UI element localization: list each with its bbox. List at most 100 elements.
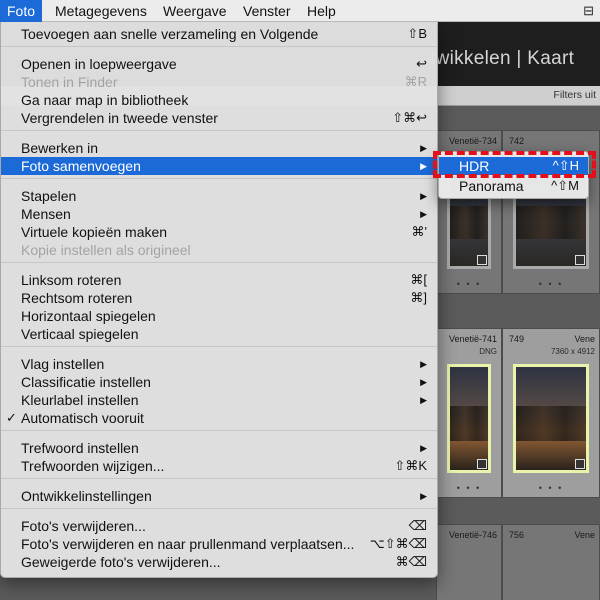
- menubar-item-help[interactable]: Help: [300, 0, 343, 22]
- keyboard-shortcut: ⇧⌘K: [394, 458, 427, 473]
- menu-item-label: Openen in loepweergave: [21, 56, 177, 72]
- submenu-arrow-icon: ▶: [420, 491, 427, 501]
- menubar-item-venster[interactable]: Venster: [236, 0, 297, 22]
- menu-item-vergrendelen-in-tweede-venster[interactable]: Vergrendelen in tweede venster ⇧⌘↩: [1, 109, 437, 127]
- menu-item-tonen-in-finder: Tonen in Finder ⌘R: [1, 73, 437, 91]
- photo-index: 742: [509, 136, 525, 146]
- submenu-item-panorama[interactable]: Panorama ^⇧M: [439, 177, 588, 195]
- menu-item-openen-in-loepweergave[interactable]: Openen in loepweergave ↩: [1, 55, 437, 73]
- menu-item-label: Tonen in Finder: [21, 74, 118, 90]
- menu-item-ga-naar-map-in-bibliotheek[interactable]: Ga naar map in bibliotheek: [1, 91, 437, 109]
- photo-thumbnail[interactable]: [513, 364, 589, 473]
- menu-separator: [1, 178, 437, 179]
- menu-item-rechtsom-roteren[interactable]: Rechtsom roteren ⌘]: [1, 289, 437, 307]
- menu-item-automatisch-vooruit[interactable]: ✓ Automatisch vooruit: [1, 409, 437, 427]
- rating-dots-icon[interactable]: • • •: [503, 279, 599, 289]
- rating-dots-icon[interactable]: • • •: [437, 279, 501, 289]
- menu-item-label: Classificatie instellen: [21, 374, 151, 390]
- menu-separator: [1, 478, 437, 479]
- menu-separator: [1, 508, 437, 509]
- photo-filename: Venetië-734: [448, 136, 497, 146]
- submenu-arrow-icon: ▶: [420, 209, 427, 219]
- menu-item-label: Kopie instellen als origineel: [21, 242, 191, 258]
- menu-item-label: Kleurlabel instellen: [21, 392, 139, 408]
- menubar-item-metagegevens[interactable]: Metagegevens: [48, 0, 154, 22]
- keyboard-shortcut: ⇧⌘↩: [392, 110, 427, 125]
- foto-menu: Toevoegen aan snelle verzameling en Volg…: [0, 22, 438, 578]
- menu-item-trefwoorden-wijzigen[interactable]: Trefwoorden wijzigen... ⇧⌘K: [1, 457, 437, 475]
- photo-index: 756: [509, 530, 525, 540]
- submenu-item-label: Panorama: [459, 178, 524, 194]
- status-icon[interactable]: ⊟: [583, 3, 594, 19]
- menu-item-verticaal-spiegelen[interactable]: Verticaal spiegelen: [1, 325, 437, 343]
- photo-filename: Vene: [574, 334, 595, 344]
- menu-item-label: Stapelen: [21, 188, 77, 204]
- menu-item-trefwoord-instellen[interactable]: Trefwoord instellen ▶: [1, 439, 437, 457]
- rating-dots-icon[interactable]: • • •: [437, 483, 501, 493]
- keyboard-shortcut: ⌫: [408, 518, 427, 533]
- menu-item-label: Mensen: [21, 206, 71, 222]
- submenu-arrow-icon: ▶: [420, 377, 427, 387]
- menu-item-label: Foto's verwijderen en naar prullenmand v…: [21, 536, 355, 552]
- menu-item-mensen[interactable]: Mensen ▶: [1, 205, 437, 223]
- menu-item-bewerken-in[interactable]: Bewerken in ▶: [1, 139, 437, 157]
- menu-item-geweigerde-foto-s-verwijderen[interactable]: Geweigerde foto's verwijderen... ⌘⌫: [1, 553, 437, 571]
- menubar-item-foto[interactable]: Foto: [0, 0, 43, 22]
- photo-metadata: DNG: [479, 347, 497, 356]
- menu-item-label: Foto samenvoegen: [21, 158, 141, 174]
- menu-item-foto-samenvoegen[interactable]: Foto samenvoegen ▶: [1, 157, 437, 175]
- menu-item-virtuele-kopieen-maken[interactable]: Virtuele kopieën maken ⌘': [1, 223, 437, 241]
- photo-metadata: 7360 x 4912: [550, 347, 595, 356]
- photo-thumbnail[interactable]: [447, 364, 491, 473]
- foto-samenvoegen-submenu: HDR ^⇧H Panorama ^⇧M: [438, 151, 589, 199]
- menu-item-label: Trefwoord instellen: [21, 440, 139, 456]
- keyboard-shortcut: ⌘[: [410, 272, 427, 287]
- photo-cell[interactable]: 756 Vene: [502, 524, 600, 600]
- keyboard-shortcut: ^⇧M: [551, 178, 579, 193]
- menu-item-kopie-instellen-als-origineel: Kopie instellen als origineel: [1, 241, 437, 259]
- keyboard-shortcut: ^⇧H: [552, 158, 579, 173]
- menu-item-linksom-roteren[interactable]: Linksom roteren ⌘[: [1, 271, 437, 289]
- menu-item-horizontaal-spiegelen[interactable]: Horizontaal spiegelen: [1, 307, 437, 325]
- submenu-arrow-icon: ▶: [420, 443, 427, 453]
- menu-item-label: Ga naar map in bibliotheek: [21, 92, 189, 108]
- edited-badge-icon: [575, 459, 585, 469]
- filters-off-label[interactable]: Filters uit: [553, 89, 596, 101]
- menu-separator: [1, 130, 437, 131]
- submenu-arrow-icon: ▶: [420, 161, 427, 171]
- menu-item-label: Automatisch vooruit: [21, 410, 144, 426]
- menubar-item-weergave[interactable]: Weergave: [156, 0, 234, 22]
- keyboard-shortcut: ⌘⌫: [395, 554, 427, 569]
- menu-item-foto-s-verwijderen-en-naar-prullenmand-verplaatsen[interactable]: Foto's verwijderen en naar prullenmand v…: [1, 535, 437, 553]
- photo-cell[interactable]: Venetië-741 DNG • • •: [436, 328, 502, 498]
- keyboard-shortcut: ⌘R: [404, 74, 427, 89]
- photo-filename: Vene: [574, 530, 595, 540]
- photo-cell[interactable]: Venetië-746: [436, 524, 502, 600]
- rating-dots-icon[interactable]: • • •: [503, 483, 599, 493]
- menu-item-foto-s-verwijderen[interactable]: Foto's verwijderen... ⌫: [1, 517, 437, 535]
- menu-item-label: Vlag instellen: [21, 356, 105, 372]
- menu-item-label: Horizontaal spiegelen: [21, 308, 156, 324]
- module-picker[interactable]: twikkelen | Kaart: [430, 48, 574, 70]
- menu-item-ontwikkelinstellingen[interactable]: Ontwikkelinstellingen ▶: [1, 487, 437, 505]
- edited-badge-icon: [477, 255, 487, 265]
- checkmark-icon: ✓: [6, 410, 17, 425]
- submenu-item-label: HDR: [459, 158, 490, 174]
- menu-item-kleurlabel-instellen[interactable]: Kleurlabel instellen ▶: [1, 391, 437, 409]
- submenu-arrow-icon: ▶: [420, 143, 427, 153]
- menu-item-stapelen[interactable]: Stapelen ▶: [1, 187, 437, 205]
- menu-item-label: Geweigerde foto's verwijderen...: [21, 554, 221, 570]
- submenu-item-hdr[interactable]: HDR ^⇧H: [439, 157, 588, 175]
- menu-separator: [1, 46, 437, 47]
- menu-item-classificatie-instellen[interactable]: Classificatie instellen ▶: [1, 373, 437, 391]
- menu-item-label: Trefwoorden wijzigen...: [21, 458, 165, 474]
- photo-filename: Venetië-746: [448, 530, 497, 540]
- menu-item-vlag-instellen[interactable]: Vlag instellen ▶: [1, 355, 437, 373]
- keyboard-shortcut: ⌥⇧⌘⌫: [369, 536, 427, 551]
- photo-cell[interactable]: 749 Vene 7360 x 4912 • • •: [502, 328, 600, 498]
- menu-item-label: Ontwikkelinstellingen: [21, 488, 152, 504]
- menu-item-label: Verticaal spiegelen: [21, 326, 139, 342]
- menu-separator: [1, 430, 437, 431]
- photo-index: 749: [509, 334, 525, 344]
- menu-item-toevoegen-aan-snelle-verzameling-en-volgende[interactable]: Toevoegen aan snelle verzameling en Volg…: [1, 25, 437, 43]
